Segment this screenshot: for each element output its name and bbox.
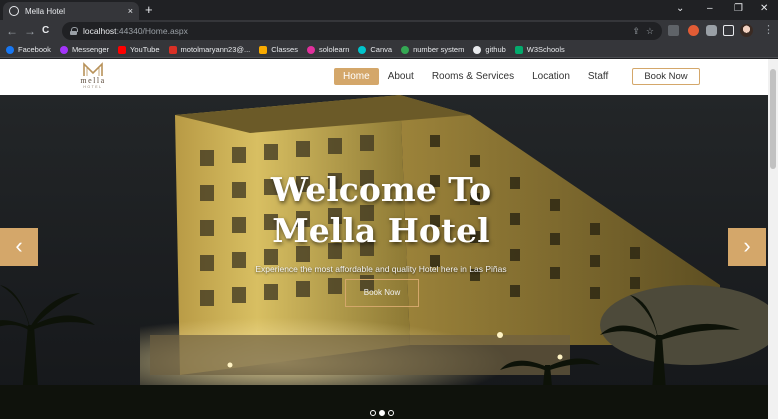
gmail-icon: [168, 45, 177, 54]
hero-carousel: Welcome To Mella Hotel Experience the mo…: [0, 95, 768, 419]
url-text: localhost:44340/Home.aspx: [83, 26, 188, 36]
minimize-button[interactable]: –: [707, 3, 713, 15]
chevron-down-icon[interactable]: ⌄: [676, 3, 684, 15]
nav-home[interactable]: Home: [334, 68, 379, 85]
bookmark-item[interactable]: motolmaryann23@...: [168, 45, 250, 54]
carousel-indicator[interactable]: [388, 410, 394, 416]
tab-title: Mella Hotel: [25, 6, 66, 16]
bookmark-item[interactable]: sololearn: [306, 45, 349, 54]
main-nav: Home About Rooms & Services Location Sta…: [334, 68, 617, 85]
carousel-indicator[interactable]: [370, 410, 376, 416]
facebook-icon: [6, 45, 14, 54]
extension-icon[interactable]: [668, 25, 679, 36]
carousel-prev-button[interactable]: ‹: [0, 228, 38, 266]
sidebar-icon[interactable]: [723, 25, 734, 36]
restore-button[interactable]: ❐: [734, 3, 743, 15]
hotel-photo: [0, 95, 768, 419]
lock-icon: [70, 27, 78, 35]
address-bar[interactable]: localhost:44340/Home.aspx ⇪ ☆: [62, 22, 662, 40]
hotel-logo[interactable]: mella HOTEL: [72, 62, 114, 92]
hero-title-line-2: Mella Hotel: [272, 211, 490, 250]
hero-title: Welcome To Mella Hotel: [200, 169, 562, 251]
bookmarks-bar: Facebook Messenger YouTube motolmaryann2…: [0, 42, 778, 58]
messenger-icon: [59, 45, 68, 54]
browser-toolbar: ← → C localhost:44340/Home.aspx ⇪ ☆ ⋮: [0, 20, 778, 42]
hero-title-line-1: Welcome To: [270, 170, 492, 209]
bookmark-item[interactable]: Messenger: [59, 45, 109, 54]
chevron-left-icon: ‹: [15, 233, 23, 258]
nav-rooms-services[interactable]: Rooms & Services: [423, 68, 523, 85]
bookmark-item[interactable]: github: [473, 45, 506, 54]
bookmark-item[interactable]: W3Schools: [514, 45, 565, 54]
close-window-button[interactable]: ✕: [760, 3, 768, 15]
chevron-right-icon: ›: [743, 233, 751, 258]
github-icon: [473, 45, 482, 54]
web-page: mella HOTEL Home About Rooms & Services …: [0, 59, 768, 419]
share-icon[interactable]: ⇪: [632, 26, 640, 37]
bookmark-item[interactable]: YouTube: [118, 45, 160, 54]
canva-icon: [358, 45, 367, 54]
sololearn-icon: [306, 45, 315, 54]
bookmark-item[interactable]: Facebook: [6, 45, 51, 54]
hero-subtitle: Experience the most affordable and quali…: [255, 264, 507, 274]
nav-about[interactable]: About: [379, 68, 423, 85]
youtube-icon: [118, 45, 127, 54]
reload-button[interactable]: C: [42, 24, 49, 38]
classroom-icon: [259, 45, 268, 54]
puzzle-icon[interactable]: [706, 25, 717, 36]
browser-tab[interactable]: Mella Hotel ×: [3, 2, 139, 20]
nav-location[interactable]: Location: [523, 68, 579, 85]
page-scrollbar[interactable]: [768, 59, 778, 419]
more-menu-icon[interactable]: ⋮: [763, 24, 774, 36]
bookmark-item[interactable]: Classes: [259, 45, 298, 54]
hero-book-now-button[interactable]: Book Now: [345, 279, 419, 307]
logo-mark-icon: [83, 62, 103, 76]
carousel-indicator[interactable]: [379, 410, 385, 416]
carousel-next-button[interactable]: ›: [728, 228, 766, 266]
logo-text: mella: [80, 76, 106, 85]
book-now-nav-button[interactable]: Book Now: [632, 68, 700, 85]
tab-close-icon[interactable]: ×: [128, 6, 133, 16]
bookmark-item[interactable]: number system: [401, 45, 464, 54]
globe-icon: [9, 6, 19, 16]
site-navbar: mella HOTEL Home About Rooms & Services …: [0, 59, 768, 95]
number-system-icon: [401, 45, 410, 54]
extension-icon[interactable]: [688, 25, 699, 36]
back-button[interactable]: ←: [6, 24, 18, 38]
forward-button[interactable]: →: [24, 24, 36, 38]
carousel-indicators: [370, 410, 394, 416]
nav-staff[interactable]: Staff: [579, 68, 617, 85]
star-icon[interactable]: ☆: [646, 26, 654, 37]
bookmark-item[interactable]: Canva: [358, 45, 392, 54]
new-tab-button[interactable]: +: [145, 3, 153, 17]
w3schools-icon: [514, 45, 523, 54]
scrollbar-thumb[interactable]: [770, 69, 776, 169]
profile-avatar[interactable]: [740, 24, 753, 37]
logo-subtext: HOTEL: [83, 85, 103, 89]
browser-tabstrip: Mella Hotel × + ⌄ – ❐ ✕: [0, 0, 778, 20]
